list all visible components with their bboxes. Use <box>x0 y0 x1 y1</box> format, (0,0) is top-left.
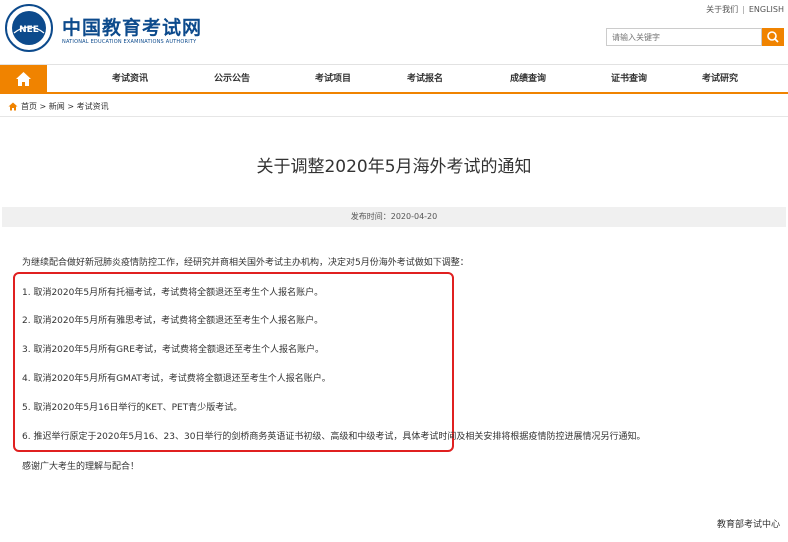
search-button[interactable] <box>762 28 784 46</box>
home-icon <box>16 72 31 86</box>
nav-item-score-query[interactable]: 成绩查询 <box>488 65 568 93</box>
nav-home-button[interactable] <box>0 65 47 93</box>
breadcrumb-home[interactable]: 首页 <box>21 102 37 111</box>
search-input[interactable] <box>606 28 762 46</box>
seal-text: NEE <box>19 25 39 35</box>
site-logo-title[interactable]: 中国教育考试网 <box>62 13 202 40</box>
article-intro: 为继续配合做好新冠肺炎疫情防控工作，经研究并商相关国外考试主办机构，决定对5月份… <box>22 258 469 268</box>
top-links: 关于我们 | ENGLISH <box>706 4 784 15</box>
notice-item: 3. 取消2020年5月所有GRE考试，考试费将全额退还至考生个人报名账户。 <box>22 345 324 355</box>
breadcrumb-separator: > <box>39 102 49 111</box>
english-link[interactable]: ENGLISH <box>749 5 784 14</box>
site-header: NEE 中国教育考试网 NATIONAL EDUCATION EXAMINATI… <box>0 0 788 64</box>
notice-item: 6. 推迟举行原定于2020年5月16、23、30日举行的剑桥商务英语证书初级、… <box>22 432 646 442</box>
article-title: 关于调整2020年5月海外考试的通知 <box>256 157 532 177</box>
search-icon <box>767 31 779 43</box>
breadcrumb-separator: > <box>67 102 77 111</box>
nee-logo-seal[interactable]: NEE <box>4 3 54 53</box>
publish-date: 发布时间：2020-04-20 <box>2 207 786 227</box>
nav-item-exam-research[interactable]: 考试研究 <box>680 65 760 93</box>
highlight-box <box>13 272 454 452</box>
breadcrumb-exam-news[interactable]: 考试资讯 <box>77 102 109 111</box>
about-us-link[interactable]: 关于我们 <box>706 5 738 14</box>
site-logo-subtitle: NATIONAL EDUCATION EXAMINATIONS AUTHORIT… <box>62 39 197 45</box>
divider <box>0 116 788 117</box>
nav-item-exam-news[interactable]: 考试资讯 <box>90 65 170 93</box>
article-thanks: 感谢广大考生的理解与配合！ <box>22 462 140 472</box>
separator: | <box>742 5 745 14</box>
notice-item: 5. 取消2020年5月16日举行的KET、PET青少版考试。 <box>22 403 243 413</box>
notice-item: 4. 取消2020年5月所有GMAT考试，考试费将全额退还至考生个人报名账户。 <box>22 374 331 384</box>
breadcrumb-news[interactable]: 新闻 <box>49 102 65 111</box>
home-icon <box>8 102 18 111</box>
nav-item-announcements[interactable]: 公示公告 <box>192 65 272 93</box>
nav-item-registration[interactable]: 考试报名 <box>385 65 465 93</box>
nav-item-exam-programs[interactable]: 考试项目 <box>293 65 373 93</box>
main-nav: 考试资讯 公示公告 考试项目 考试报名 成绩查询 证书查询 考试研究 <box>0 64 788 94</box>
notice-item: 1. 取消2020年5月所有托福考试，考试费将全额退还至考生个人报名账户。 <box>22 288 324 298</box>
nav-item-certificate-query[interactable]: 证书查询 <box>589 65 669 93</box>
notice-item: 2. 取消2020年5月所有雅思考试，考试费将全额退还至考生个人报名账户。 <box>22 316 324 326</box>
article-signature: 教育部考试中心 <box>716 520 780 530</box>
breadcrumb: 首页 > 新闻 > 考试资讯 <box>8 101 109 112</box>
